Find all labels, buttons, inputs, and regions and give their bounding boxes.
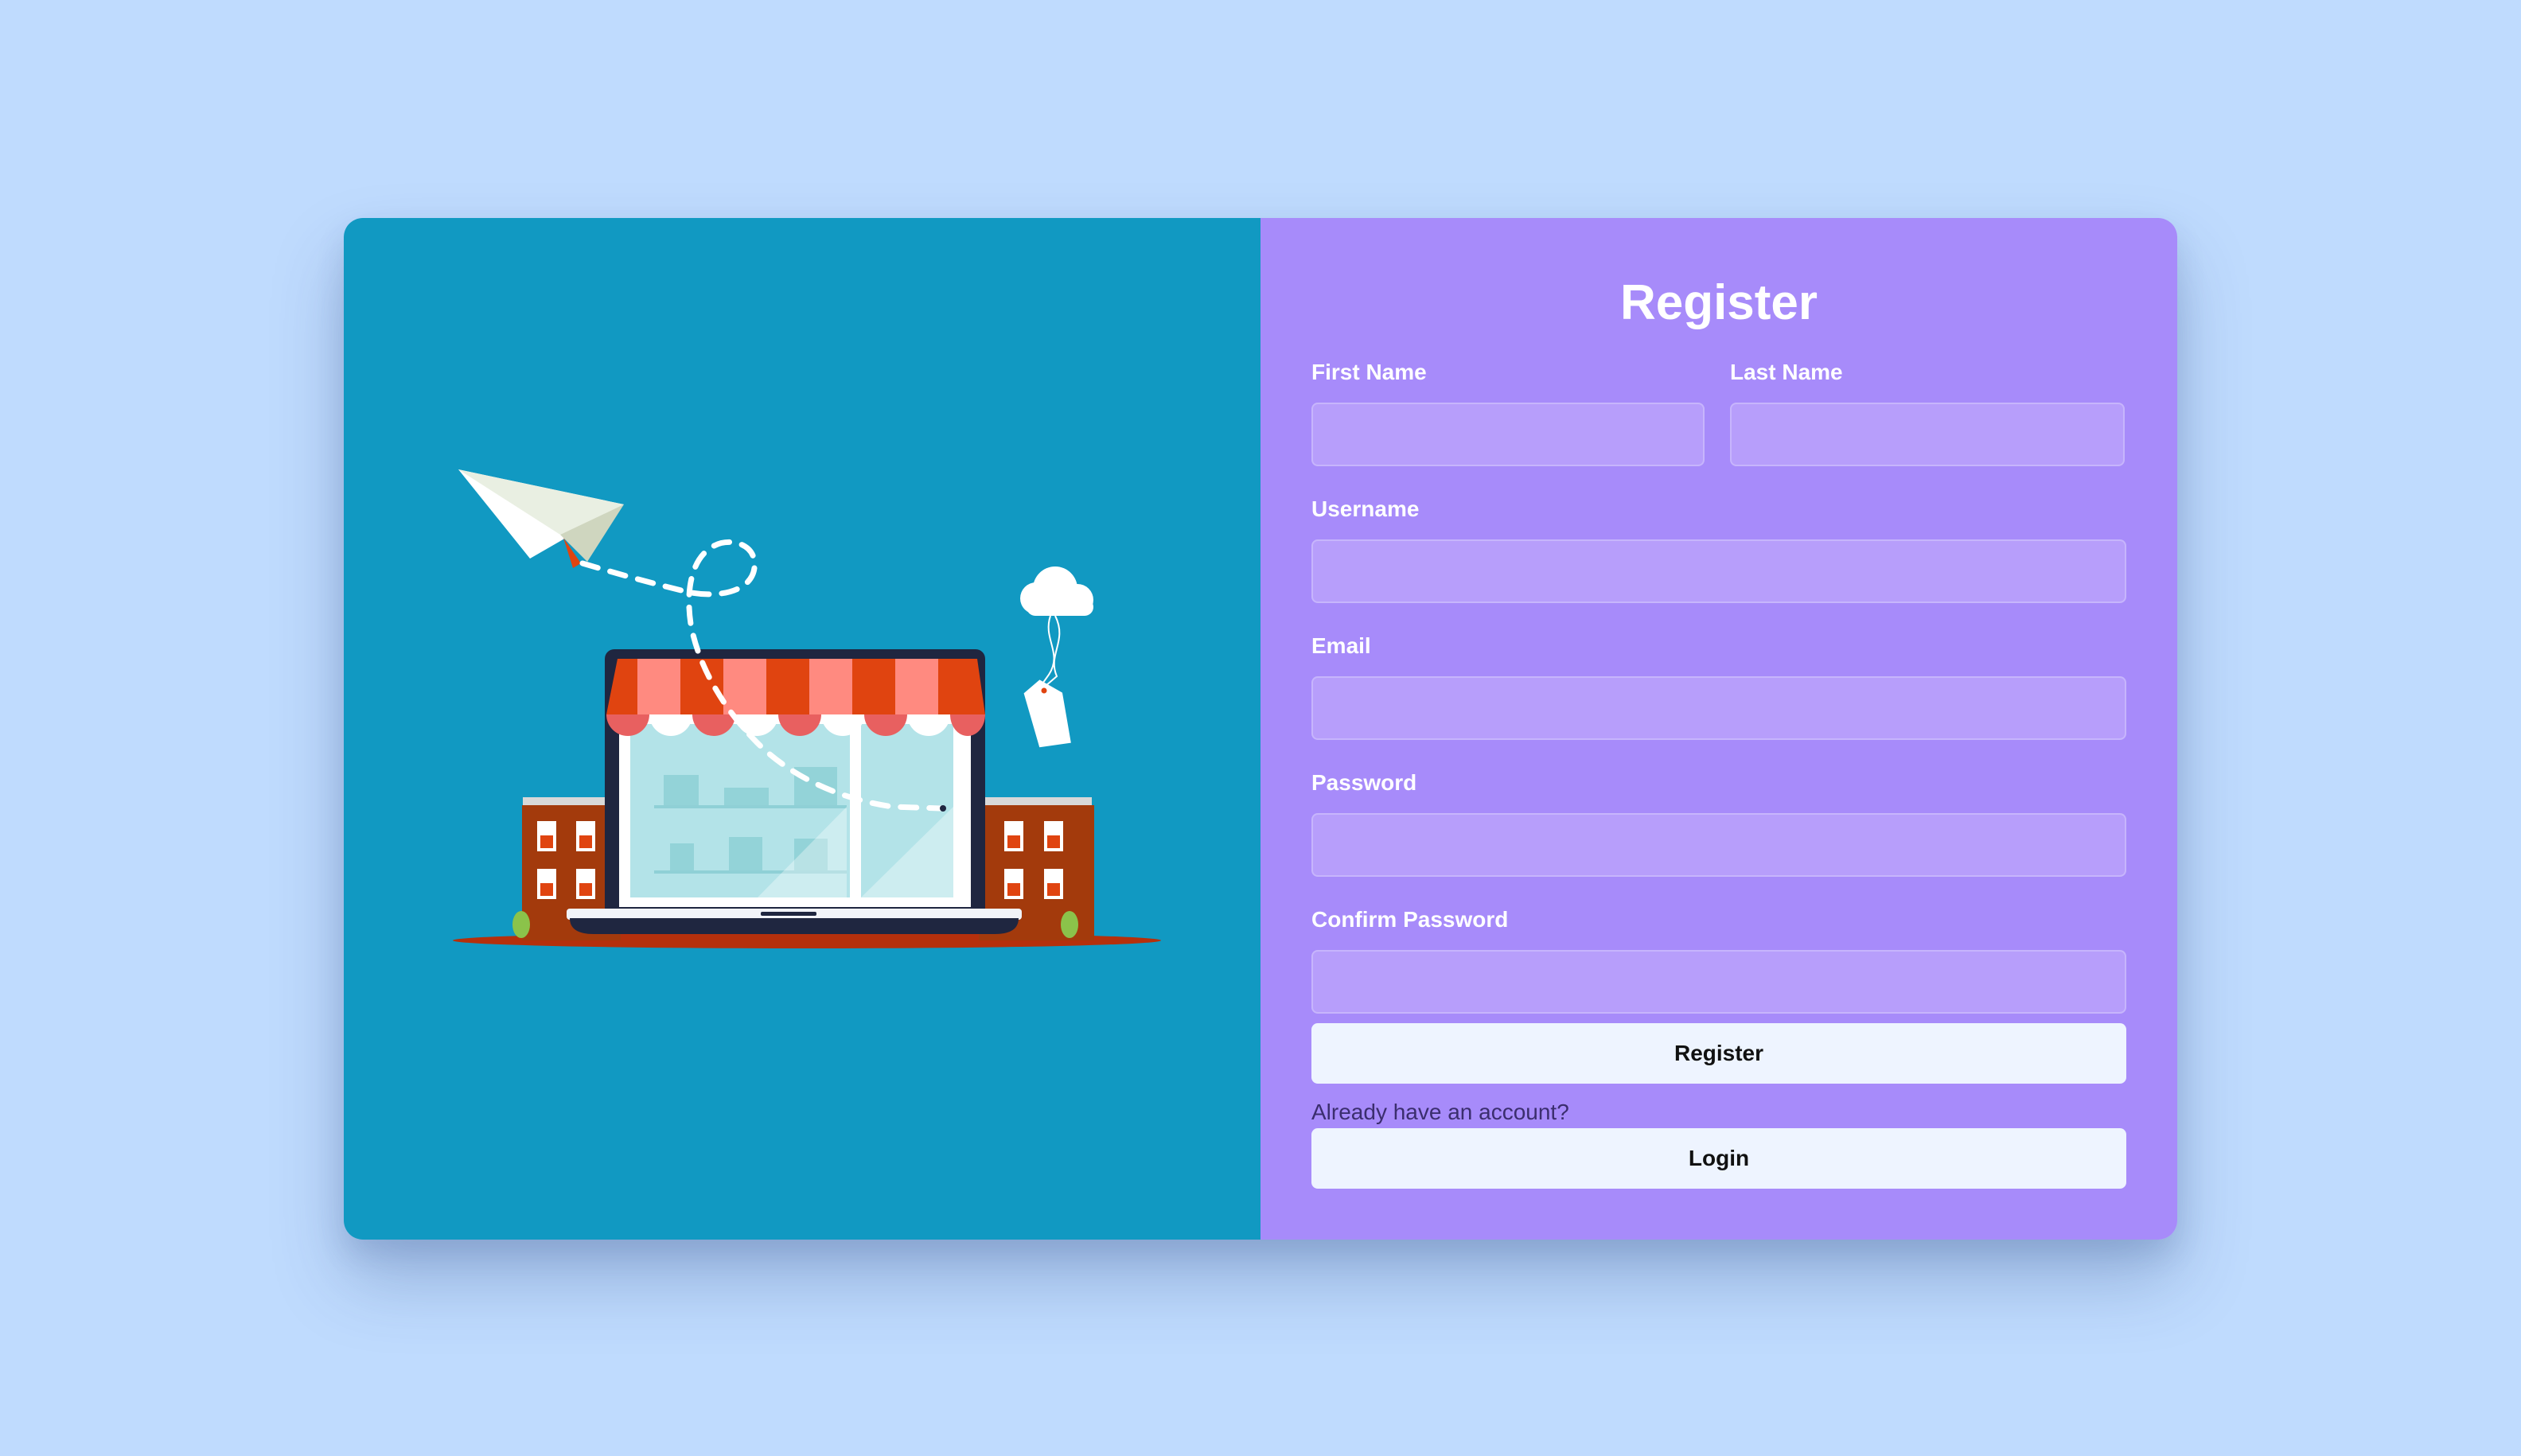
confirm-password-field[interactable] — [1311, 950, 2126, 1014]
register-form-panel: Register First Name Last Name Username E… — [1260, 218, 2177, 1240]
confirm-password-label: Confirm Password — [1311, 907, 1509, 932]
illustration-panel — [344, 218, 1260, 1240]
account-prompt-text: Already have an account? — [1311, 1100, 1569, 1124]
email-label: Email — [1311, 633, 1371, 658]
password-label: Password — [1311, 770, 1417, 795]
path-end-dot — [940, 805, 946, 812]
username-field[interactable] — [1311, 539, 2126, 603]
online-store-illustration — [453, 469, 1161, 948]
laptop-storefront-icon — [567, 649, 1022, 934]
login-button[interactable]: Login — [1311, 1128, 2126, 1189]
first-name-label: First Name — [1311, 360, 1427, 384]
cloud-icon — [1020, 566, 1093, 616]
tag-string — [1040, 615, 1055, 687]
username-label: Username — [1311, 496, 1420, 521]
register-button[interactable]: Register — [1311, 1023, 2126, 1084]
password-field[interactable] — [1311, 813, 2126, 877]
price-tag-icon — [1023, 679, 1071, 748]
register-card: Register First Name Last Name Username E… — [344, 218, 2177, 1240]
page-title: Register — [1619, 275, 1818, 330]
last-name-field[interactable] — [1730, 403, 2125, 466]
last-name-label: Last Name — [1730, 360, 1843, 384]
email-field[interactable] — [1311, 676, 2126, 740]
first-name-field[interactable] — [1311, 403, 1705, 466]
paper-plane-icon — [458, 469, 624, 568]
